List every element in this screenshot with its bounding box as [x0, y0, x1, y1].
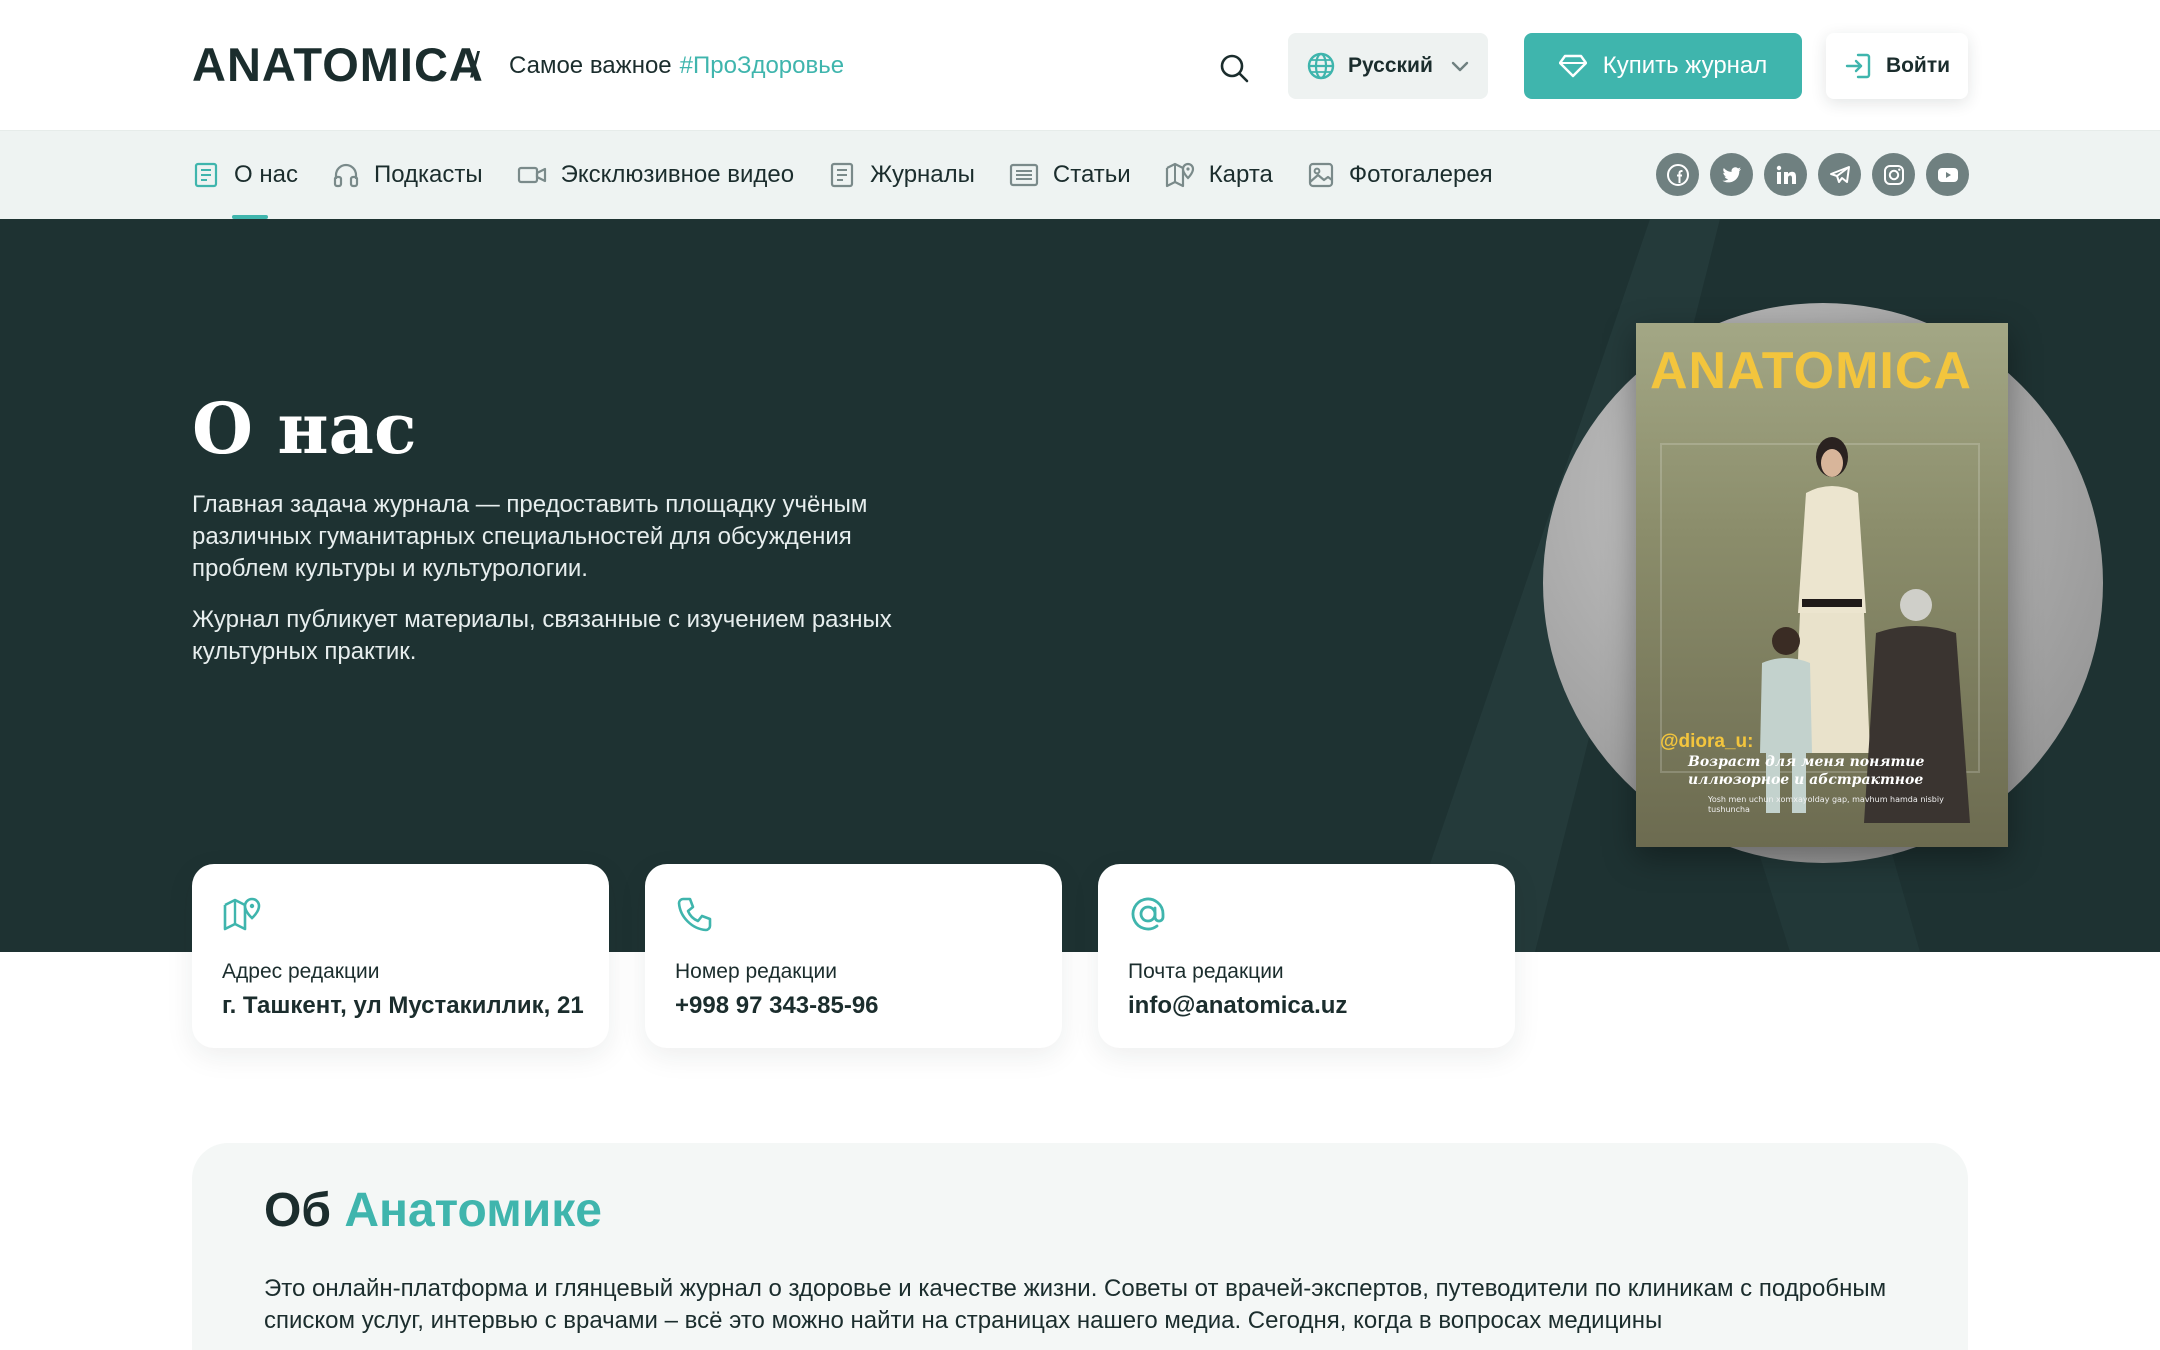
nav-label-gallery: Фотогалерея [1348, 161, 1493, 188]
about-title: Об Анатомике [264, 1183, 602, 1238]
nav-item-magazines[interactable]: Журналы [828, 131, 975, 219]
about-text: Это онлайн-платформа и глянцевый журнал … [264, 1275, 1887, 1334]
language-label: Русский [1348, 54, 1433, 77]
login-icon [1845, 53, 1871, 79]
login-button[interactable]: Войти [1826, 33, 1968, 99]
about-title-accent: Анатомике [344, 1184, 602, 1237]
email-label: Почта редакции [1128, 960, 1284, 983]
phone-card: Номер редакции +998 97 343-85-96 [645, 864, 1062, 1048]
phone-value[interactable]: +998 97 343-85-96 [675, 992, 879, 1020]
diamond-icon [1558, 54, 1587, 78]
nav-item-video[interactable]: Эксклюзивное видео [517, 131, 794, 219]
cover-child-figure [1760, 627, 1812, 813]
globe-icon [1307, 52, 1335, 80]
nav-label-articles: Статьи [1052, 161, 1131, 188]
phone-icon [677, 897, 712, 932]
login-label: Войти [1885, 54, 1951, 77]
address-label: Адрес редакции [222, 960, 380, 983]
nav-label-about: О нас [234, 161, 298, 188]
hero-paragraph-1: Главная задача журнала — предоставить пл… [192, 491, 868, 582]
magazine-icon [830, 162, 854, 188]
hashtag-link[interactable]: #ПроЗдоровье [680, 52, 844, 79]
search-icon [1220, 54, 1249, 83]
hero-paragraph-2: Журнал публикует материалы, связанные с … [192, 606, 892, 665]
buy-magazine-button[interactable]: Купить журнал [1524, 33, 1802, 99]
nav-label-video: Эксклюзивное видео [560, 161, 795, 188]
article-icon [1009, 163, 1039, 187]
social-links [1656, 153, 1969, 196]
cover-logo: ANATOMICA [1650, 342, 1972, 400]
search-button[interactable] [1214, 48, 1254, 88]
linkedin-icon[interactable] [1764, 153, 1807, 196]
map-pin-icon [223, 897, 261, 931]
nav-label-map: Карта [1208, 161, 1273, 188]
about-section: Об Анатомике Это онлайн-платформа и глян… [192, 1143, 1968, 1350]
address-card: Адрес редакции г. Ташкент, ул Мустакилли… [192, 864, 609, 1048]
nav-item-podcasts[interactable]: Подкасты [332, 131, 483, 219]
cover-handle: @diora_u: [1660, 731, 1754, 752]
facebook-icon[interactable] [1656, 153, 1699, 196]
nav-item-gallery[interactable]: Фотогалерея [1307, 131, 1493, 219]
map-icon [1165, 162, 1194, 188]
email-card: Почта редакции info@anatomica.uz [1098, 864, 1515, 1048]
nav-label-magazines: Журналы [870, 161, 975, 188]
nav-items: О нас Подкасты Эксклюзивное видео Журнал… [192, 131, 1493, 219]
magazine-cover[interactable]: ANATOMICA @diora_u: Возраст для меня пон… [1636, 323, 2008, 847]
instagram-icon[interactable] [1872, 153, 1915, 196]
nav-label-podcasts: Подкасты [373, 161, 483, 188]
headphones-icon [333, 163, 359, 188]
logo-separator: / [470, 44, 481, 85]
address-value: г. Ташкент, ул Мустакиллик, 21 [222, 992, 584, 1019]
at-sign-icon [1131, 897, 1165, 931]
cover-subtitle: Yosh men uchun xomxayolday gap, mavhum h… [1708, 795, 1944, 814]
youtube-icon[interactable] [1926, 153, 1969, 196]
cover-quote: Возраст для меня понятие иллюзорное и аб… [1688, 754, 1925, 788]
page-title: О нас [192, 387, 417, 470]
twitter-icon[interactable] [1710, 153, 1753, 196]
hero-section: О нас Главная задача журнала — предостав… [0, 219, 2160, 952]
logo[interactable]: ANATOMICA [192, 40, 484, 90]
video-icon [517, 166, 546, 184]
language-select[interactable]: Русский [1288, 33, 1488, 99]
tagline: Самое важное #ПроЗдоровье [509, 52, 844, 80]
document-icon [194, 162, 218, 188]
nav-item-articles[interactable]: Статьи [1009, 131, 1131, 219]
tagline-text: Самое важное [509, 52, 672, 79]
main-nav: О нас Подкасты Эксклюзивное видео Журнал… [0, 131, 2160, 219]
email-value[interactable]: info@anatomica.uz [1128, 992, 1347, 1020]
phone-label: Номер редакции [675, 960, 837, 983]
buy-magazine-label: Купить журнал [1602, 52, 1768, 79]
nav-item-about[interactable]: О нас [192, 131, 298, 219]
chevron-down-icon [1451, 61, 1469, 72]
nav-item-map[interactable]: Карта [1165, 131, 1273, 219]
gallery-icon [1308, 162, 1334, 188]
telegram-icon[interactable] [1818, 153, 1861, 196]
header: ANATOMICA / Самое важное #ПроЗдоровье Рус… [0, 0, 2160, 131]
about-title-prefix: Об [264, 1184, 331, 1237]
